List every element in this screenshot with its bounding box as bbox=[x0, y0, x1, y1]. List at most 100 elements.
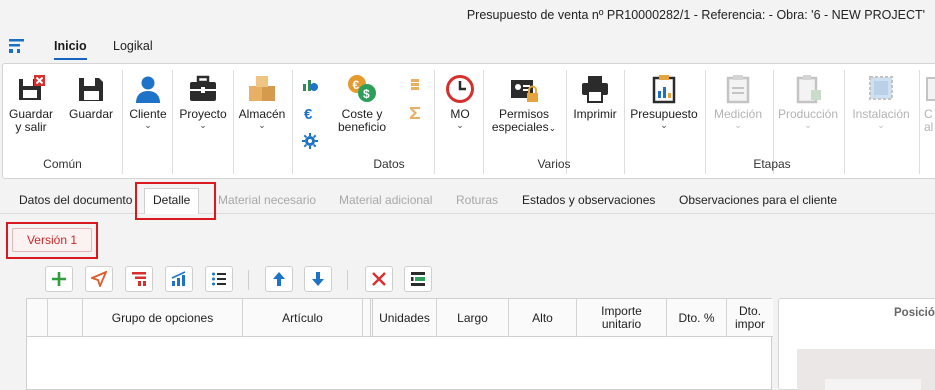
table-layout-icon bbox=[411, 272, 425, 286]
warehouse-button[interactable]: Almacén ⌄ bbox=[236, 74, 288, 130]
money-chart-icon[interactable] bbox=[302, 76, 318, 92]
chevron-down-icon: ⌄ bbox=[660, 120, 668, 130]
special-permissions-label: Permisos especiales bbox=[491, 107, 549, 134]
briefcase-icon bbox=[190, 75, 216, 101]
list-icon bbox=[212, 272, 226, 286]
save-and-exit-label: Guardar y salir bbox=[8, 107, 54, 134]
toolbar-separator bbox=[347, 270, 348, 290]
move-down-button[interactable] bbox=[304, 266, 332, 292]
group-label-varios: Varios bbox=[537, 157, 571, 171]
detail-grid: Grupo de opciones Artículo Unidades Larg… bbox=[26, 298, 773, 390]
column-header-splitter[interactable] bbox=[363, 299, 373, 337]
add-button[interactable] bbox=[45, 266, 73, 292]
cost-benefit-button[interactable]: € $ Coste y beneficio bbox=[333, 74, 391, 134]
special-permissions-button[interactable]: Permisos especiales⌄ bbox=[487, 74, 561, 135]
save-and-exit-button[interactable]: Guardar y salir bbox=[7, 74, 55, 134]
column-header-grupo-opciones[interactable]: Grupo de opciones bbox=[83, 299, 243, 337]
close-icon bbox=[372, 272, 386, 286]
column-header-unidades[interactable]: Unidades bbox=[373, 299, 437, 337]
chevron-down-icon: ⌄ bbox=[144, 120, 152, 130]
budget-button[interactable]: Presupuesto ⌄ bbox=[627, 74, 701, 130]
chevron-down-icon: ⌄ bbox=[258, 120, 266, 130]
gear-icon[interactable] bbox=[302, 133, 318, 149]
cut-off-button[interactable]: C al bbox=[924, 74, 935, 134]
columns-button[interactable] bbox=[404, 266, 432, 292]
ribbon-separator bbox=[919, 70, 920, 174]
svg-text:$: $ bbox=[363, 87, 370, 101]
tab-estados-observaciones[interactable]: Estados y observaciones bbox=[522, 193, 655, 207]
stacked-bars-icon bbox=[132, 272, 146, 286]
clipboard-icon bbox=[726, 75, 750, 104]
tab-material-adicional[interactable]: Material adicional bbox=[339, 193, 432, 207]
highlight-version-tab bbox=[6, 222, 98, 259]
measurement-button[interactable]: Medición ⌄ bbox=[709, 74, 767, 130]
grid-header: Grupo de opciones Artículo Unidades Larg… bbox=[27, 299, 773, 337]
column-header-largo[interactable]: Largo bbox=[437, 299, 509, 337]
tab-roturas[interactable]: Roturas bbox=[456, 193, 498, 207]
position-panel: Posició bbox=[778, 298, 935, 390]
production-label: Producción bbox=[777, 107, 839, 121]
boxes-icon bbox=[249, 76, 275, 101]
tab-observaciones-cliente[interactable]: Observaciones para el cliente bbox=[679, 193, 837, 207]
delete-button[interactable] bbox=[365, 266, 393, 292]
tab-material-necesario[interactable]: Material necesario bbox=[218, 193, 316, 207]
chevron-down-icon: ⌄ bbox=[877, 120, 885, 130]
group-label-datos: Datos bbox=[373, 157, 405, 171]
column-header-articulo[interactable]: Artículo bbox=[243, 299, 363, 337]
bar-tool-button[interactable] bbox=[125, 266, 153, 292]
labor-label: MO bbox=[450, 107, 470, 121]
save-button[interactable]: Guardar bbox=[67, 74, 115, 121]
user-lock-icon bbox=[511, 80, 538, 102]
project-button[interactable]: Proyecto ⌄ bbox=[175, 74, 231, 130]
print-button[interactable]: Imprimir bbox=[569, 74, 621, 121]
column-header-dto-importe[interactable]: Dto. impor bbox=[727, 299, 773, 337]
chevron-down-icon: ⌄ bbox=[804, 120, 812, 130]
column-header-indicator[interactable] bbox=[48, 299, 83, 337]
coins-icon: € $ bbox=[348, 75, 376, 102]
document-icon bbox=[926, 77, 935, 101]
printer-icon bbox=[582, 76, 608, 103]
project-label: Proyecto bbox=[179, 107, 227, 121]
toolbar-separator bbox=[248, 270, 249, 290]
save-icon bbox=[79, 78, 103, 101]
coin-stack-icon[interactable] bbox=[408, 78, 422, 92]
move-up-button[interactable] bbox=[265, 266, 293, 292]
labor-button[interactable]: MO ⌄ bbox=[440, 74, 480, 130]
cut-off-label: C al bbox=[924, 107, 934, 134]
tab-datos-documento[interactable]: Datos del documento bbox=[19, 193, 132, 207]
ribbon-separator bbox=[233, 70, 234, 174]
group-label-etapas: Etapas bbox=[753, 157, 791, 171]
plus-icon bbox=[52, 272, 66, 286]
column-header-alto[interactable]: Alto bbox=[509, 299, 577, 337]
navigate-button[interactable] bbox=[85, 266, 113, 292]
euro-icon[interactable]: € bbox=[302, 105, 318, 121]
column-header-importe-unitario[interactable]: Importe unitario bbox=[577, 299, 667, 337]
client-button[interactable]: Cliente ⌄ bbox=[125, 74, 171, 130]
tab-logikal[interactable]: Logikal bbox=[113, 39, 153, 53]
installation-button[interactable]: Instalación ⌄ bbox=[848, 74, 914, 130]
menu-bar: Inicio Logikal bbox=[0, 30, 935, 62]
column-header-select[interactable] bbox=[27, 299, 48, 337]
list-button[interactable] bbox=[205, 266, 233, 292]
sum-icon[interactable] bbox=[408, 106, 422, 120]
app-logo-icon bbox=[9, 39, 24, 53]
ribbon: Guardar y salir Guardar Cliente ⌄ Proyec… bbox=[2, 63, 935, 179]
chart-button[interactable] bbox=[165, 266, 193, 292]
window-title: Presupuesto de venta nº PR10000282/1 - R… bbox=[466, 8, 925, 22]
ribbon-separator bbox=[122, 70, 123, 174]
grid-toolbar bbox=[0, 262, 935, 294]
save-exit-icon bbox=[19, 75, 45, 100]
position-panel-title: Posició bbox=[894, 307, 935, 319]
warehouse-label: Almacén bbox=[238, 107, 286, 121]
cost-benefit-label: Coste y beneficio bbox=[337, 107, 387, 134]
arrow-down-icon bbox=[312, 272, 324, 286]
column-header-dto-porcentaje[interactable]: Dto. % bbox=[667, 299, 727, 337]
chart-icon bbox=[171, 271, 186, 286]
chevron-down-icon: ⌄ bbox=[734, 120, 742, 130]
tab-inicio[interactable]: Inicio bbox=[54, 39, 87, 60]
chevron-down-icon: ⌄ bbox=[456, 120, 464, 130]
production-button[interactable]: Producción ⌄ bbox=[776, 74, 840, 130]
budget-label: Presupuesto bbox=[630, 107, 698, 121]
chevron-down-icon: ⌄ bbox=[199, 120, 207, 130]
installation-label: Instalación bbox=[852, 107, 910, 121]
